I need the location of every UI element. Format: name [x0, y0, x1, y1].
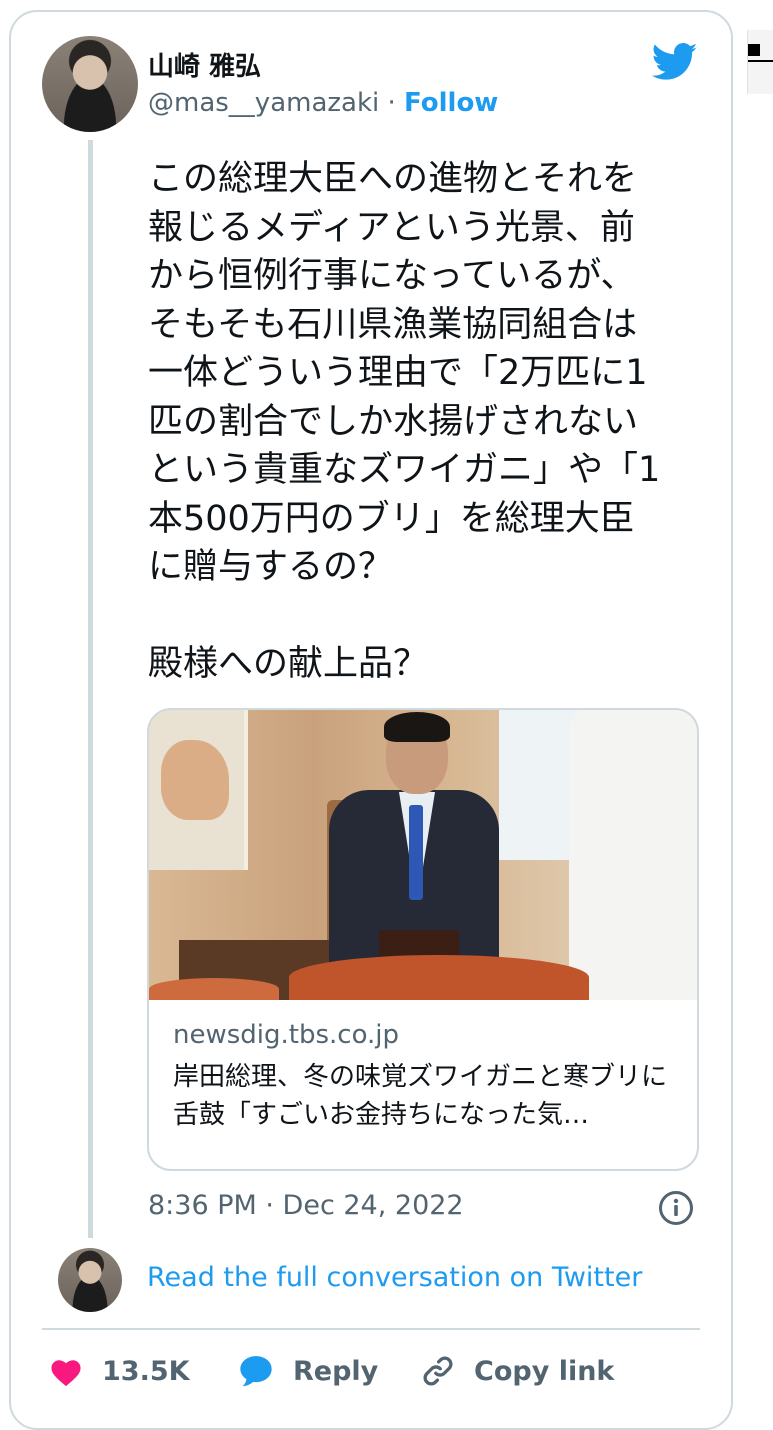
thread-line [88, 140, 93, 1238]
link-preview-card[interactable]: newsdig.tbs.co.jp 岸田総理、冬の味覚ズワイガニと寒ブリに舌鼓「… [147, 708, 699, 1171]
heart-icon [51, 1360, 81, 1387]
link-domain: newsdig.tbs.co.jp [173, 1020, 400, 1050]
copy-link-button[interactable]: Copy link [420, 1346, 614, 1396]
tweet-timestamp[interactable]: 8:36 PM · Dec 24, 2022 [148, 1190, 464, 1221]
info-icon[interactable] [658, 1190, 694, 1226]
twitter-bird-icon[interactable] [652, 42, 698, 82]
read-full-conversation-link[interactable]: Read the full conversation on Twitter [147, 1262, 642, 1293]
like-count: 13.5K [102, 1355, 190, 1387]
author-handle[interactable]: @mas__yamazaki [148, 88, 379, 118]
tweet-text: この総理大臣への進物とそれを 報じるメディアという光景、前 から恒例行事になって… [148, 159, 661, 684]
adjacent-window-edge [747, 30, 773, 94]
author-display-name[interactable]: 山崎 雅弘 [148, 46, 261, 83]
author-handle-row: @mas__yamazaki · Follow [148, 88, 498, 118]
link-title[interactable]: 岸田総理、冬の味覚ズワイガニと寒ブリに舌鼓「すごいお金持ちになった気… [173, 1058, 679, 1134]
action-bar: 13.5K Reply Copy link [0, 1346, 733, 1396]
copy-link-label: Copy link [474, 1355, 615, 1387]
follow-button[interactable]: Follow [404, 88, 498, 118]
reply-label: Reply [293, 1355, 379, 1387]
author-avatar[interactable] [42, 36, 138, 132]
handle-separator: · [379, 88, 405, 118]
reply-button[interactable]: Reply [237, 1346, 378, 1396]
reply-bubble-icon [240, 1356, 272, 1387]
conversation-avatar[interactable] [58, 1248, 122, 1312]
divider [42, 1328, 700, 1330]
like-button[interactable]: 13.5K [48, 1346, 190, 1396]
link-preview-image[interactable] [149, 710, 697, 1000]
link-icon [423, 1356, 453, 1386]
